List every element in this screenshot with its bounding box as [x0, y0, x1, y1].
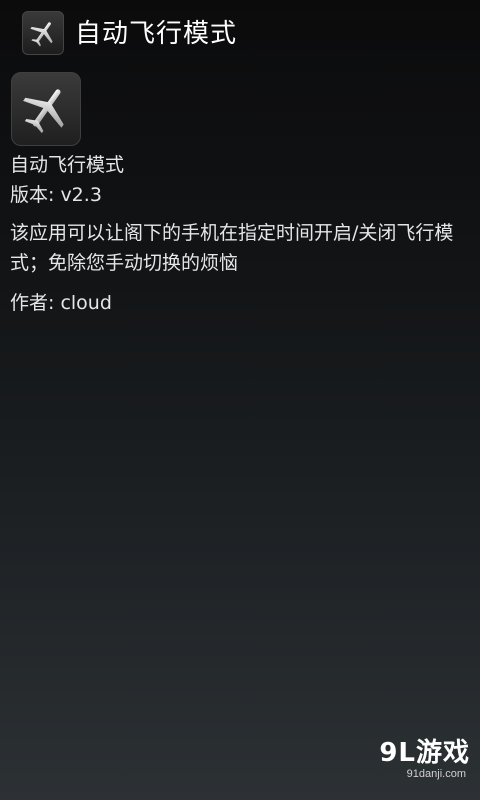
airplane-icon[interactable] — [22, 11, 64, 55]
action-bar: 自动飞行模式 — [0, 0, 480, 66]
app-logo-airplane-icon — [11, 72, 81, 146]
app-description: 该应用可以让阁下的手机在指定时间开启/关闭飞行模式；免除您手动切换的烦恼 — [10, 222, 454, 274]
watermark-logo: 9L游戏 — [379, 738, 470, 768]
watermark-url: 91danji.com — [406, 768, 466, 780]
version-text: 版本: v2.3 — [10, 184, 102, 206]
page-title: 自动飞行模式 — [75, 19, 238, 49]
about-content: 自动飞行模式 版本: v2.3 该应用可以让阁下的手机在指定时间开启/关闭飞行模… — [10, 150, 470, 318]
author-text: 作者: cloud — [10, 292, 112, 314]
site-watermark: 9L游戏 91danji.com — [330, 738, 470, 786]
app-name: 自动飞行模式 — [10, 154, 125, 176]
